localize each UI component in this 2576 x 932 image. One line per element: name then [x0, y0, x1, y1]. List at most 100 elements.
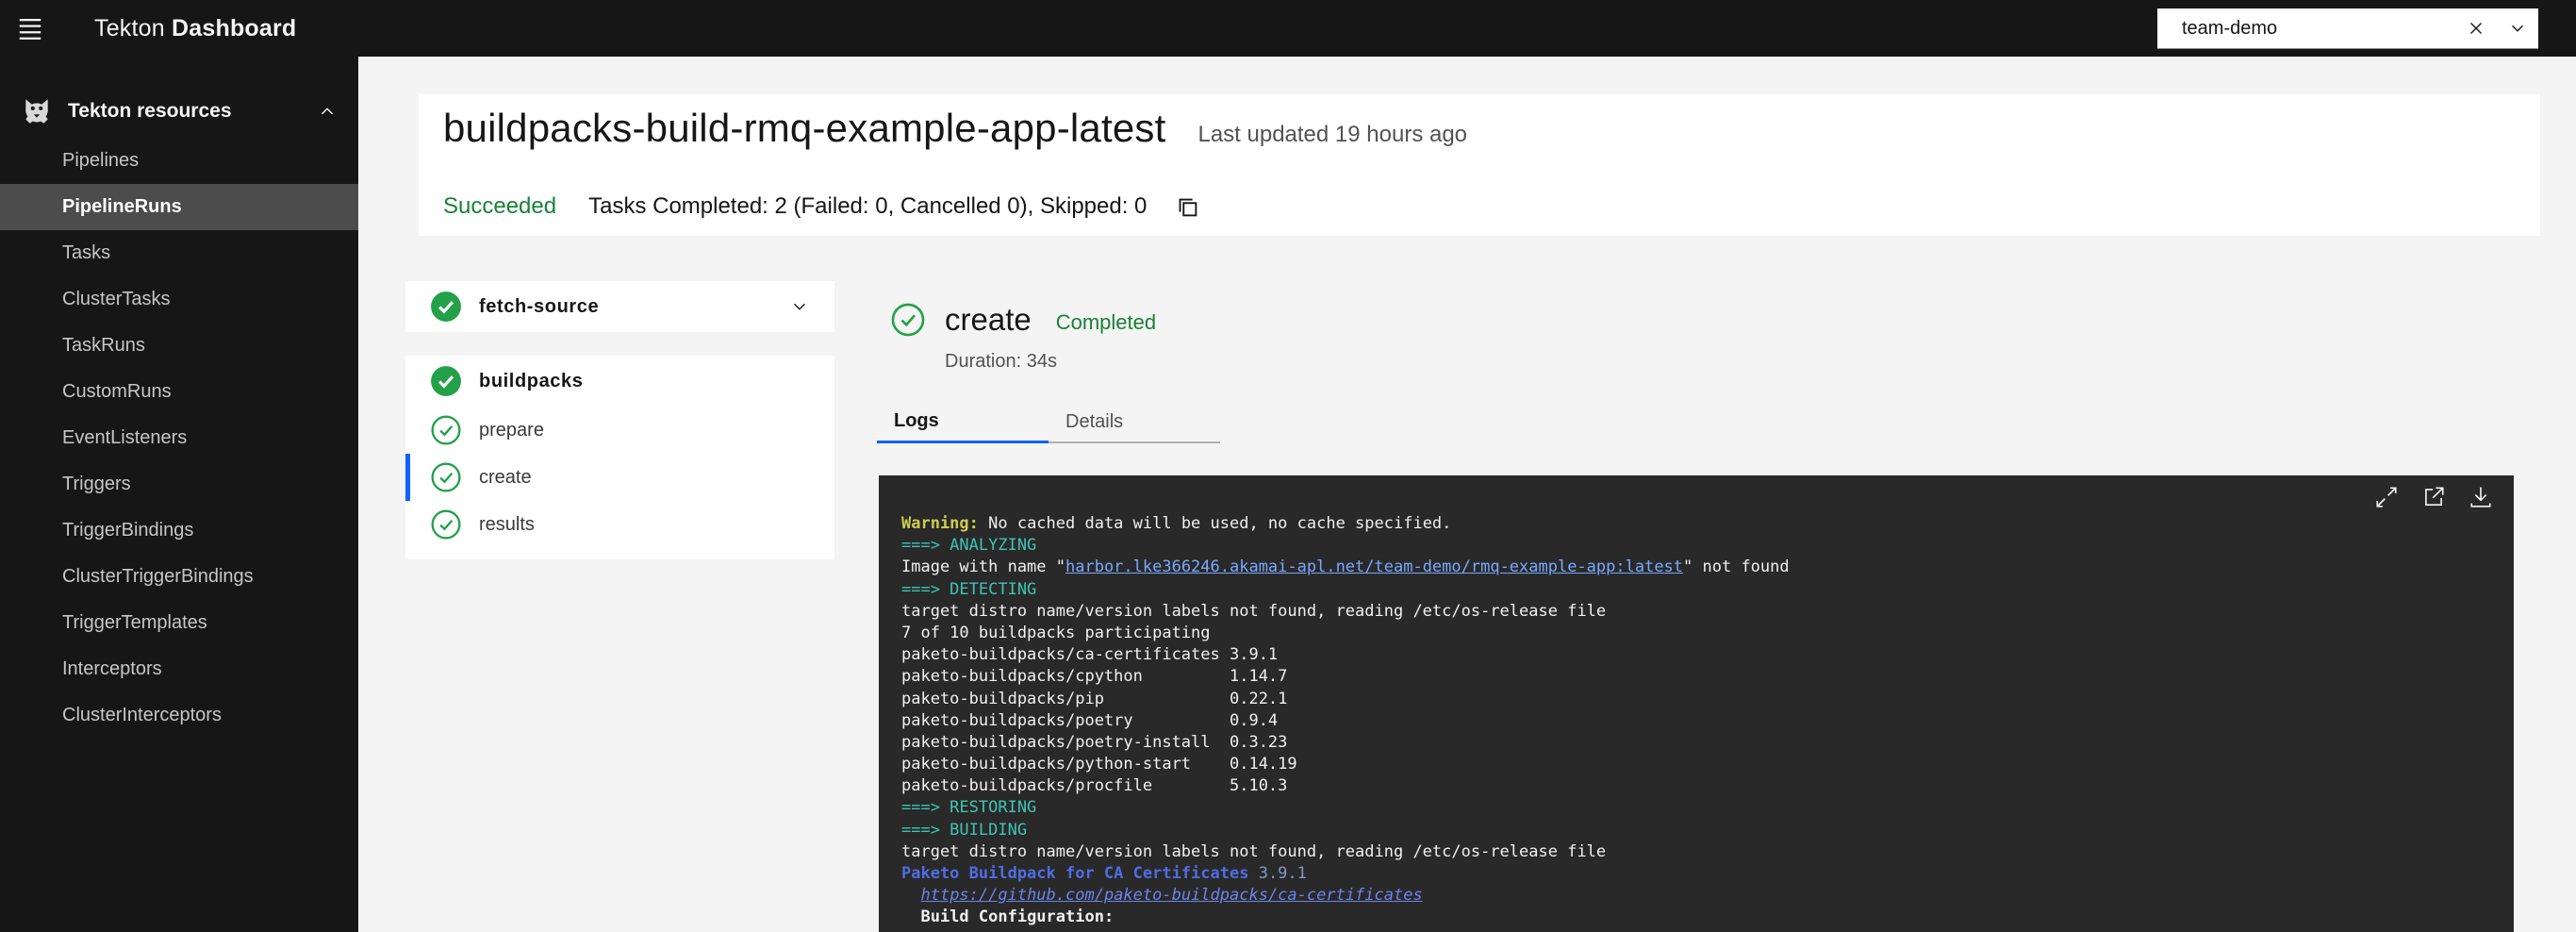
log-text: paketo-buildpacks/poetry-install 0.3.23	[901, 733, 1287, 752]
log-text	[901, 907, 920, 926]
sidebar-nav-list: PipelinesPipelineRunsTasksClusterTasksTa…	[0, 138, 358, 739]
run-status-row: Succeeded Tasks Completed: 2 (Failed: 0,…	[443, 192, 1201, 221]
log-text: paketo-buildpacks/poetry 0.9.4	[901, 711, 1278, 730]
log-line: Warning: No cached data will be used, no…	[901, 513, 1790, 535]
chevron-up-icon	[317, 101, 338, 122]
log-text: paketo-buildpacks/ca-certificates 3.9.1	[901, 645, 1278, 664]
sidebar-item-taskruns[interactable]: TaskRuns	[0, 323, 358, 369]
step-duration: Duration: 34s	[945, 351, 1057, 373]
log-text: Warning:	[901, 514, 988, 533]
task-label: fetch-source	[479, 296, 599, 318]
log-text: paketo-buildpacks/procfile 5.10.3	[901, 776, 1287, 795]
log-line: ===> ANALYZING	[901, 535, 1790, 557]
log-line: paketo-buildpacks/python-start 0.14.19	[901, 754, 1790, 775]
step-item-create[interactable]: create	[405, 454, 834, 501]
run-title-row: buildpacks-build-rmq-example-app-latest …	[443, 106, 1467, 151]
sidebar-item-clusterinterceptors[interactable]: ClusterInterceptors	[0, 692, 358, 739]
last-updated-label: Last updated 19 hours ago	[1197, 122, 1467, 148]
top-header: Tekton Dashboard team-demo	[0, 0, 2576, 57]
log-output: Warning: No cached data will be used, no…	[901, 513, 1790, 932]
log-line: $BP_EMBED_CERTS false Embed certificates…	[901, 929, 1790, 932]
chevron-down-icon[interactable]	[2497, 9, 2538, 47]
log-text: ===> RESTORING	[901, 798, 1036, 817]
log-text: paketo-buildpacks/pip 0.22.1	[901, 690, 1287, 708]
step-status-label: Completed	[1056, 310, 1156, 335]
log-text: target distro name/version labels not fo…	[901, 602, 1606, 621]
task-item-fetch-source[interactable]: fetch-source	[405, 281, 834, 332]
page-title: buildpacks-build-rmq-example-app-latest	[443, 106, 1165, 151]
log-text: ===> ANALYZING	[901, 536, 1036, 555]
log-text: Build Configuration:	[920, 907, 1114, 926]
sidebar: Tekton resources PipelinesPipelineRunsTa…	[0, 57, 358, 932]
log-line: paketo-buildpacks/poetry-install 0.3.23	[901, 732, 1790, 754]
brand-product-bold: Dashboard	[172, 15, 296, 42]
log-text: ===> DETECTING	[901, 580, 1036, 599]
download-icon[interactable]	[2467, 483, 2495, 511]
log-toolbar	[2372, 483, 2495, 511]
tasks-summary: Tasks Completed: 2 (Failed: 0, Cancelled…	[588, 193, 1147, 220]
sidebar-section-label: Tekton resources	[68, 100, 232, 123]
task-card-fetch-source: fetch-source	[405, 281, 834, 332]
step-label: results	[479, 514, 535, 536]
step-item-prepare[interactable]: prepare	[405, 407, 834, 454]
sidebar-item-clustertasks[interactable]: ClusterTasks	[0, 276, 358, 323]
log-text: Image with name "	[901, 558, 1065, 576]
sidebar-item-eventlisteners[interactable]: EventListeners	[0, 415, 358, 461]
log-link[interactable]: https://github.com/paketo-buildpacks/ca-…	[920, 886, 1422, 905]
sidebar-item-triggers[interactable]: Triggers	[0, 461, 358, 508]
log-viewer: Warning: No cached data will be used, no…	[879, 475, 2514, 932]
task-item-buildpacks[interactable]: buildpacks	[405, 356, 834, 407]
log-line: paketo-buildpacks/pip 0.22.1	[901, 689, 1790, 710]
launch-icon[interactable]	[2419, 483, 2448, 511]
checkmark-outline-icon	[430, 508, 462, 541]
chevron-down-icon	[789, 296, 810, 317]
sidebar-item-triggerbindings[interactable]: TriggerBindings	[0, 508, 358, 554]
menu-icon[interactable]	[0, 0, 60, 57]
checkmark-outline-icon	[430, 461, 462, 493]
log-text: Paketo Buildpack for CA Certificates	[901, 864, 1248, 883]
log-line: 7 of 10 buildpacks participating	[901, 623, 1790, 644]
log-line: Build Configuration:	[901, 907, 1790, 928]
tekton-dashboard-app: Tekton Dashboard team-demo Tekton resour…	[0, 0, 2576, 932]
sidebar-item-pipelines[interactable]: Pipelines	[0, 138, 358, 184]
step-label: create	[479, 467, 532, 489]
log-text: target distro name/version labels not fo…	[901, 842, 1606, 861]
checkmark-filled-icon	[430, 291, 462, 323]
step-name: create	[945, 302, 1032, 338]
log-line: ===> DETECTING	[901, 579, 1790, 601]
step-detail-header: create Completed	[890, 302, 1156, 338]
step-label: prepare	[479, 420, 544, 441]
checkmark-outline-icon	[430, 414, 462, 446]
log-line: paketo-buildpacks/ca-certificates 3.9.1	[901, 644, 1790, 666]
tekton-logo-icon	[21, 95, 53, 127]
sidebar-item-customruns[interactable]: CustomRuns	[0, 369, 358, 415]
tab-details[interactable]: Details	[1049, 402, 1220, 443]
namespace-combobox[interactable]: team-demo	[2157, 8, 2538, 49]
sidebar-item-clustertriggerbindings[interactable]: ClusterTriggerBindings	[0, 554, 358, 600]
log-text	[901, 886, 920, 905]
log-line: paketo-buildpacks/cpython 1.14.7	[901, 666, 1790, 688]
sidebar-section-tekton-resources[interactable]: Tekton resources	[0, 85, 358, 138]
sidebar-item-interceptors[interactable]: Interceptors	[0, 646, 358, 692]
detail-tabs: LogsDetails	[877, 402, 1220, 443]
tab-logs[interactable]: Logs	[877, 402, 1049, 443]
log-text: paketo-buildpacks/cpython 1.14.7	[901, 667, 1287, 686]
step-item-results[interactable]: results	[405, 501, 834, 548]
sidebar-item-triggertemplates[interactable]: TriggerTemplates	[0, 600, 358, 646]
log-line: https://github.com/paketo-buildpacks/ca-…	[901, 885, 1790, 907]
pipeline-run-header-panel: buildpacks-build-rmq-example-app-latest …	[419, 94, 2540, 236]
log-link[interactable]: harbor.lke366246.akamai-apl.net/team-dem…	[1065, 558, 1683, 576]
log-text: 7 of 10 buildpacks participating	[901, 624, 1211, 642]
log-text: " not found	[1683, 558, 1790, 576]
sidebar-item-pipelineruns[interactable]: PipelineRuns	[0, 184, 358, 230]
maximize-icon[interactable]	[2372, 483, 2401, 511]
copy-icon[interactable]	[1173, 192, 1201, 221]
close-icon[interactable]	[2455, 9, 2497, 47]
sidebar-item-tasks[interactable]: Tasks	[0, 230, 358, 276]
checkmark-filled-icon	[430, 365, 462, 397]
log-text: 3.9.1	[1248, 864, 1306, 883]
log-line: Paketo Buildpack for CA Certificates 3.9…	[901, 863, 1790, 885]
task-card-buildpacks: buildpacks prepare create results	[405, 356, 834, 559]
log-text: paketo-buildpacks/python-start 0.14.19	[901, 755, 1297, 774]
log-text: No cached data will be used, no cache sp…	[988, 514, 1451, 533]
